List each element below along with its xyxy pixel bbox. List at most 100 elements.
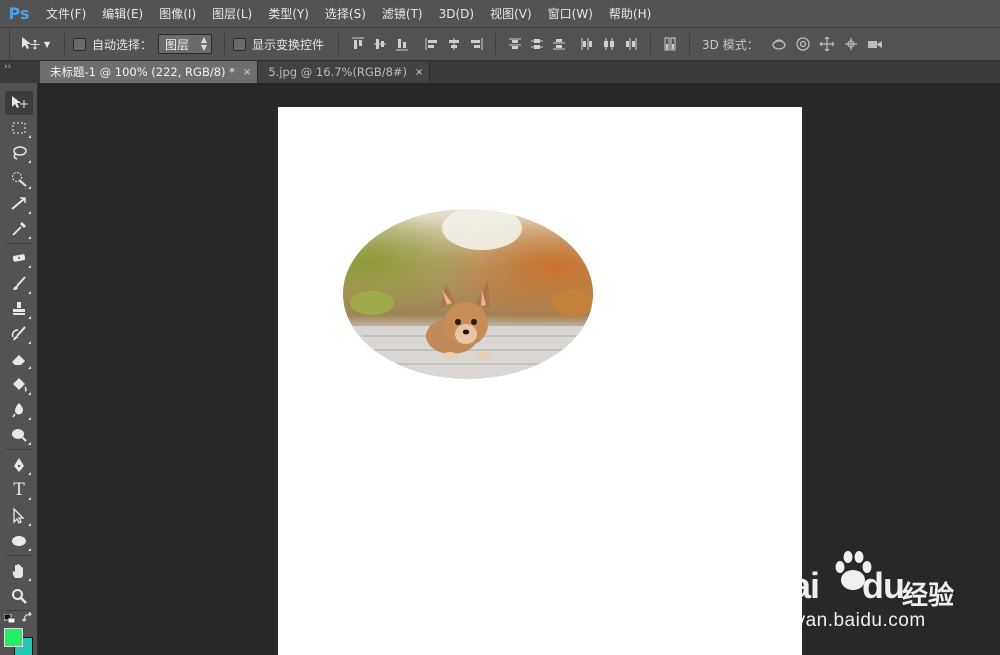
watermark-brand-part-1: Bai — [766, 565, 820, 606]
options-bar-grip[interactable] — [0, 27, 10, 61]
dodge-tool[interactable] — [5, 423, 33, 447]
chevron-down-icon: ▼ — [44, 39, 51, 49]
auto-select-label: 自动选择： — [92, 37, 153, 52]
menu-image[interactable]: 图像(I) — [151, 0, 204, 28]
shape-tool[interactable] — [5, 529, 33, 553]
move-tool[interactable] — [5, 91, 33, 115]
stepper-arrows-icon: ▲ ▼ — [200, 35, 208, 52]
3d-scale-camera-icon[interactable] — [863, 33, 887, 55]
document-tab-bar: 未标题-1 @ 100% (222, RGB/8) * × 5.jpg @ 16… — [40, 61, 1000, 83]
quick-selection-icon — [12, 172, 27, 187]
menu-layer[interactable]: 图层(L) — [204, 0, 260, 28]
menu-view[interactable]: 视图(V) — [482, 0, 540, 28]
brush-icon — [13, 276, 26, 290]
align-right-icon[interactable] — [465, 33, 487, 55]
photoshop-logo: Ps — [8, 4, 30, 23]
oval-dog-photo[interactable] — [342, 208, 594, 380]
auto-align-layers-icon[interactable] — [659, 33, 681, 55]
divider — [650, 33, 652, 55]
watermark-brand-part-2: du — [862, 565, 905, 606]
bandage-icon — [12, 254, 26, 262]
menu-file[interactable]: 文件(F) — [38, 0, 94, 28]
tool-preset-picker[interactable]: ▼ — [20, 36, 56, 52]
menu-help[interactable]: 帮助(H) — [601, 0, 659, 28]
path-selection-tool[interactable] — [5, 504, 33, 528]
type-icon: T — [13, 480, 25, 500]
3d-slide-icon[interactable] — [839, 33, 863, 55]
tab-label: 5.jpg @ 16.7%(RGB/8#) — [268, 65, 408, 79]
menu-filter[interactable]: 滤镜(T) — [374, 0, 431, 28]
quick-selection-tool[interactable] — [5, 167, 33, 191]
menu-type[interactable]: 类型(Y) — [260, 0, 317, 28]
hand-icon — [12, 564, 23, 578]
show-transform-label: 显示变换控件 — [252, 37, 325, 52]
lasso-icon — [13, 146, 27, 160]
history-brush-icon — [11, 326, 26, 341]
menu-select[interactable]: 选择(S) — [317, 0, 374, 28]
3d-roll-icon[interactable] — [791, 33, 815, 55]
3d-pan-icon[interactable] — [815, 33, 839, 55]
eyedropper-tool[interactable] — [5, 217, 33, 241]
auto-select-target-dropdown[interactable]: 图层 ▲ ▼ — [158, 34, 213, 54]
align-hcenter-icon[interactable] — [443, 33, 465, 55]
healing-brush-tool[interactable] — [5, 246, 33, 270]
crop-icon — [11, 197, 26, 210]
divider — [689, 33, 691, 55]
align-vcenter-icon[interactable] — [369, 33, 391, 55]
distribute-top-icon[interactable] — [504, 33, 526, 55]
align-left-icon[interactable] — [421, 33, 443, 55]
eraser-tool[interactable] — [5, 347, 33, 371]
type-tool[interactable]: T — [5, 478, 33, 502]
pen-tool[interactable] — [5, 453, 33, 477]
distribute-right-icon[interactable] — [620, 33, 642, 55]
divider — [495, 33, 497, 55]
toolbar-collapse-handle[interactable]: ›› — [0, 61, 40, 83]
brush-tool[interactable] — [5, 272, 33, 296]
lasso-tool[interactable] — [5, 141, 33, 165]
paint-bucket-tool[interactable] — [5, 373, 33, 397]
dodge-icon — [12, 429, 27, 442]
zoom-tool[interactable] — [5, 584, 33, 608]
eyedropper-icon — [12, 222, 26, 236]
tab-label: 未标题-1 @ 100% (222, RGB/8) * — [50, 65, 235, 79]
rectangular-marquee-icon — [12, 122, 26, 134]
close-icon[interactable]: × — [243, 67, 251, 78]
hand-tool[interactable] — [5, 559, 33, 583]
tab-untitled-1[interactable]: 未标题-1 @ 100% (222, RGB/8) * × — [40, 61, 259, 83]
blur-tool[interactable] — [5, 398, 33, 422]
show-transform-checkbox[interactable] — [233, 37, 247, 51]
swap-colors-icon[interactable] — [21, 611, 34, 624]
tab-5-jpg[interactable]: 5.jpg @ 16.7%(RGB/8#) × — [258, 61, 431, 83]
blur-drop-icon — [12, 403, 23, 418]
history-brush-tool[interactable] — [5, 322, 33, 346]
menu-window[interactable]: 窗口(W) — [540, 0, 601, 28]
distribute-vcenter-icon[interactable] — [526, 33, 548, 55]
paint-bucket-icon — [13, 378, 27, 392]
document-canvas[interactable] — [278, 107, 802, 655]
distribute-hcenter-icon[interactable] — [598, 33, 620, 55]
pen-icon — [14, 458, 24, 472]
divider — [64, 33, 65, 55]
align-top-icon[interactable] — [347, 33, 369, 55]
tools-panel: T — [0, 83, 38, 655]
foreground-color-swatch[interactable] — [4, 628, 23, 647]
divider — [6, 555, 32, 556]
auto-select-target-value: 图层 — [165, 37, 190, 52]
baidu-jingyan-watermark: Bai du 经验 jingyan.baidu.com — [762, 548, 992, 648]
ellipse-icon — [12, 536, 26, 546]
menu-bar: Ps 文件(F) 编辑(E) 图像(I) 图层(L) 类型(Y) 选择(S) 滤… — [0, 0, 1000, 28]
distribute-bottom-icon[interactable] — [548, 33, 570, 55]
close-icon[interactable]: × — [415, 67, 423, 78]
auto-select-checkbox[interactable] — [73, 37, 86, 51]
default-colors-icon[interactable] — [3, 613, 16, 624]
distribute-left-icon[interactable] — [576, 33, 598, 55]
divider — [6, 610, 32, 611]
clone-stamp-tool[interactable] — [5, 297, 33, 321]
align-bottom-icon[interactable] — [391, 33, 413, 55]
divider — [6, 449, 32, 450]
marquee-tool[interactable] — [5, 116, 33, 140]
menu-3d[interactable]: 3D(D) — [431, 0, 482, 28]
menu-edit[interactable]: 编辑(E) — [94, 0, 151, 28]
3d-rotate-icon[interactable] — [767, 33, 791, 55]
crop-tool[interactable] — [5, 192, 33, 216]
